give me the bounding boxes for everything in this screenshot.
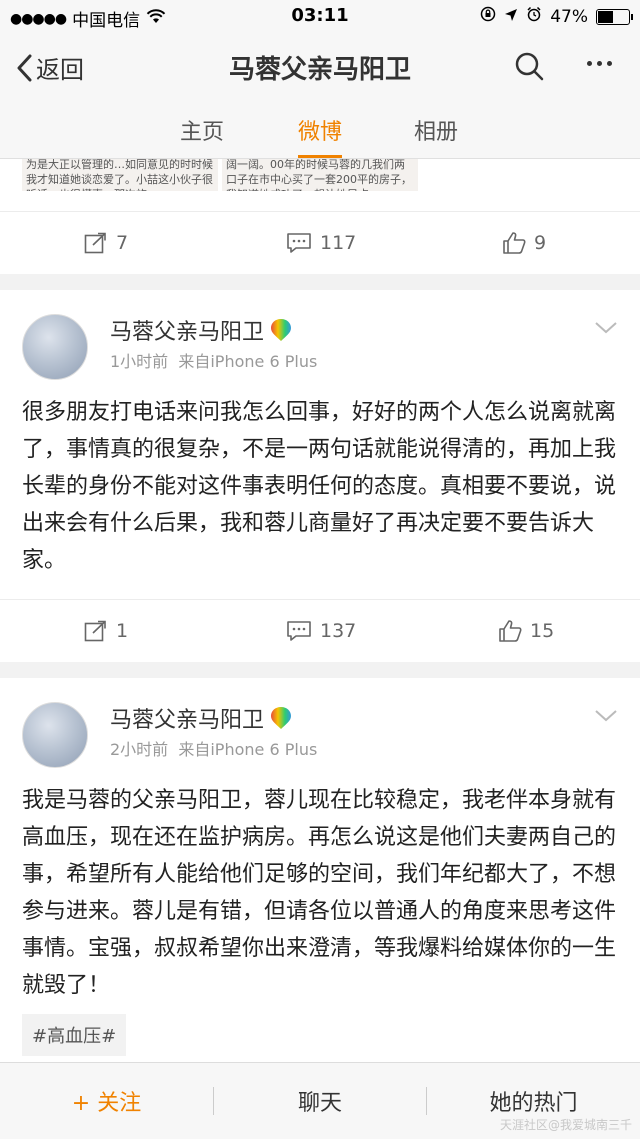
comment-icon bbox=[287, 621, 311, 641]
comment-button[interactable]: 137 bbox=[286, 600, 356, 662]
more-button[interactable] bbox=[587, 61, 612, 66]
page-title: 马蓉父亲马阳卫 bbox=[228, 55, 411, 85]
comment-button[interactable]: 117 bbox=[286, 212, 356, 274]
tab-home[interactable]: 主页 bbox=[180, 114, 224, 146]
post-source: 来自iPhone 6 Plus bbox=[178, 740, 318, 759]
post-menu-button[interactable] bbox=[594, 320, 618, 339]
thumbnail-image[interactable]: 阔一阔。00年的时候马蓉的几我们两口子在市中心买了一套200平的房子，我知道她成… bbox=[222, 159, 418, 191]
comment-icon bbox=[287, 233, 311, 253]
comment-count: 137 bbox=[320, 620, 357, 642]
post-header: 马蓉父亲马阳卫 1小时前 来自iPhone 6 Plus bbox=[0, 290, 640, 380]
post-menu-button[interactable] bbox=[594, 708, 618, 727]
like-button[interactable]: 9 bbox=[502, 212, 546, 274]
repost-count: 1 bbox=[116, 620, 129, 642]
battery-fill bbox=[598, 10, 614, 23]
nav-bar: 返回 马蓉父亲马阳卫 bbox=[0, 32, 640, 101]
profile-tabs: 主页 微博 相册 bbox=[0, 100, 640, 159]
repost-button[interactable]: 7 bbox=[84, 212, 128, 274]
post-actions: 1 137 15 bbox=[0, 599, 640, 662]
battery-icon bbox=[596, 8, 633, 25]
verified-badge-icon bbox=[271, 707, 292, 729]
watermark: 天涯社区@我爱城南三千 bbox=[499, 1118, 632, 1132]
repost-count: 7 bbox=[116, 232, 129, 254]
thumbnail-image[interactable]: 为是大正以管理的…如同意见的时时候我才知道她谈恋爱了。小喆这小伙子很听话，也很懂… bbox=[22, 159, 218, 191]
repost-icon bbox=[84, 620, 106, 642]
verified-badge-icon bbox=[271, 319, 292, 341]
more-dot bbox=[607, 61, 612, 66]
battery-percent: 47% bbox=[550, 6, 588, 27]
author-name: 马蓉父亲马阳卫 bbox=[110, 708, 265, 733]
post-time: 2小时前 bbox=[110, 740, 169, 759]
post-source: 来自iPhone 6 Plus bbox=[178, 352, 318, 371]
lock-rotation-icon bbox=[480, 6, 496, 27]
post-time: 1小时前 bbox=[110, 352, 169, 371]
post-actions: 7 117 9 bbox=[0, 211, 640, 274]
author-name: 马蓉父亲马阳卫 bbox=[110, 320, 265, 345]
search-button[interactable] bbox=[514, 51, 544, 85]
avatar[interactable] bbox=[22, 314, 88, 380]
like-icon bbox=[503, 232, 526, 254]
post-card-partial[interactable]: 为是大正以管理的…如同意见的时时候我才知道她谈恋爱了。小喆这小伙子很听话，也很懂… bbox=[0, 159, 640, 274]
search-icon bbox=[515, 52, 544, 81]
post-meta: 2小时前 来自iPhone 6 Plus bbox=[110, 736, 317, 760]
avatar[interactable] bbox=[22, 702, 88, 768]
location-icon bbox=[504, 7, 518, 27]
active-tab-indicator bbox=[298, 155, 342, 158]
status-bar: ●●●●● 中国电信 03:11 47% bbox=[0, 0, 640, 32]
post-text: 很多朋友打电话来问我怎么回事，好好的两个人怎么说离就离了，事情真的很复杂，不是一… bbox=[22, 400, 617, 573]
topic-tag[interactable]: #高血压# bbox=[22, 1014, 127, 1056]
post-header: 马蓉父亲马阳卫 2小时前 来自iPhone 6 Plus bbox=[0, 678, 640, 768]
tab-album[interactable]: 相册 bbox=[414, 114, 458, 146]
post-text: 我是马蓉的父亲马阳卫，蓉儿现在比较稳定，我老伴本身就有高血压，现在还在监护病房。… bbox=[22, 788, 617, 998]
status-right: 47% bbox=[480, 6, 633, 27]
bottom-action-bar: + 关注 聊天 她的热门 天涯社区@我爱城南三千 bbox=[0, 1062, 640, 1139]
like-count: 15 bbox=[530, 620, 555, 642]
comment-count: 117 bbox=[320, 232, 357, 254]
follow-button[interactable]: + 关注 bbox=[0, 1063, 213, 1139]
card-gap bbox=[0, 274, 640, 290]
like-count: 9 bbox=[534, 232, 547, 254]
repost-icon bbox=[84, 232, 106, 254]
repost-button[interactable]: 1 bbox=[84, 600, 128, 662]
weibo-feed: 为是大正以管理的…如同意见的时时候我才知道她谈恋爱了。小喆这小伙子很听话，也很懂… bbox=[0, 159, 640, 1139]
dropdown-chevron-icon bbox=[595, 322, 617, 334]
author-name-row[interactable]: 马蓉父亲马阳卫 bbox=[110, 702, 292, 734]
like-button[interactable]: 15 bbox=[498, 600, 554, 662]
card-gap bbox=[0, 662, 640, 678]
image-thumbnails: 为是大正以管理的…如同意见的时时候我才知道她谈恋爱了。小喆这小伙子很听话，也很懂… bbox=[0, 159, 640, 211]
author-name-row[interactable]: 马蓉父亲马阳卫 bbox=[110, 314, 292, 346]
more-dot bbox=[597, 61, 602, 66]
chat-button[interactable]: 聊天 bbox=[214, 1063, 426, 1139]
post-card[interactable]: 马蓉父亲马阳卫 1小时前 来自iPhone 6 Plus 很多朋友打电话来问我怎… bbox=[0, 290, 640, 662]
post-meta: 1小时前 来自iPhone 6 Plus bbox=[110, 348, 317, 372]
alarm-icon bbox=[526, 6, 542, 27]
tab-weibo[interactable]: 微博 bbox=[298, 114, 342, 146]
dropdown-chevron-icon bbox=[595, 710, 617, 722]
like-icon bbox=[499, 620, 522, 642]
more-dots-icon bbox=[587, 61, 592, 66]
